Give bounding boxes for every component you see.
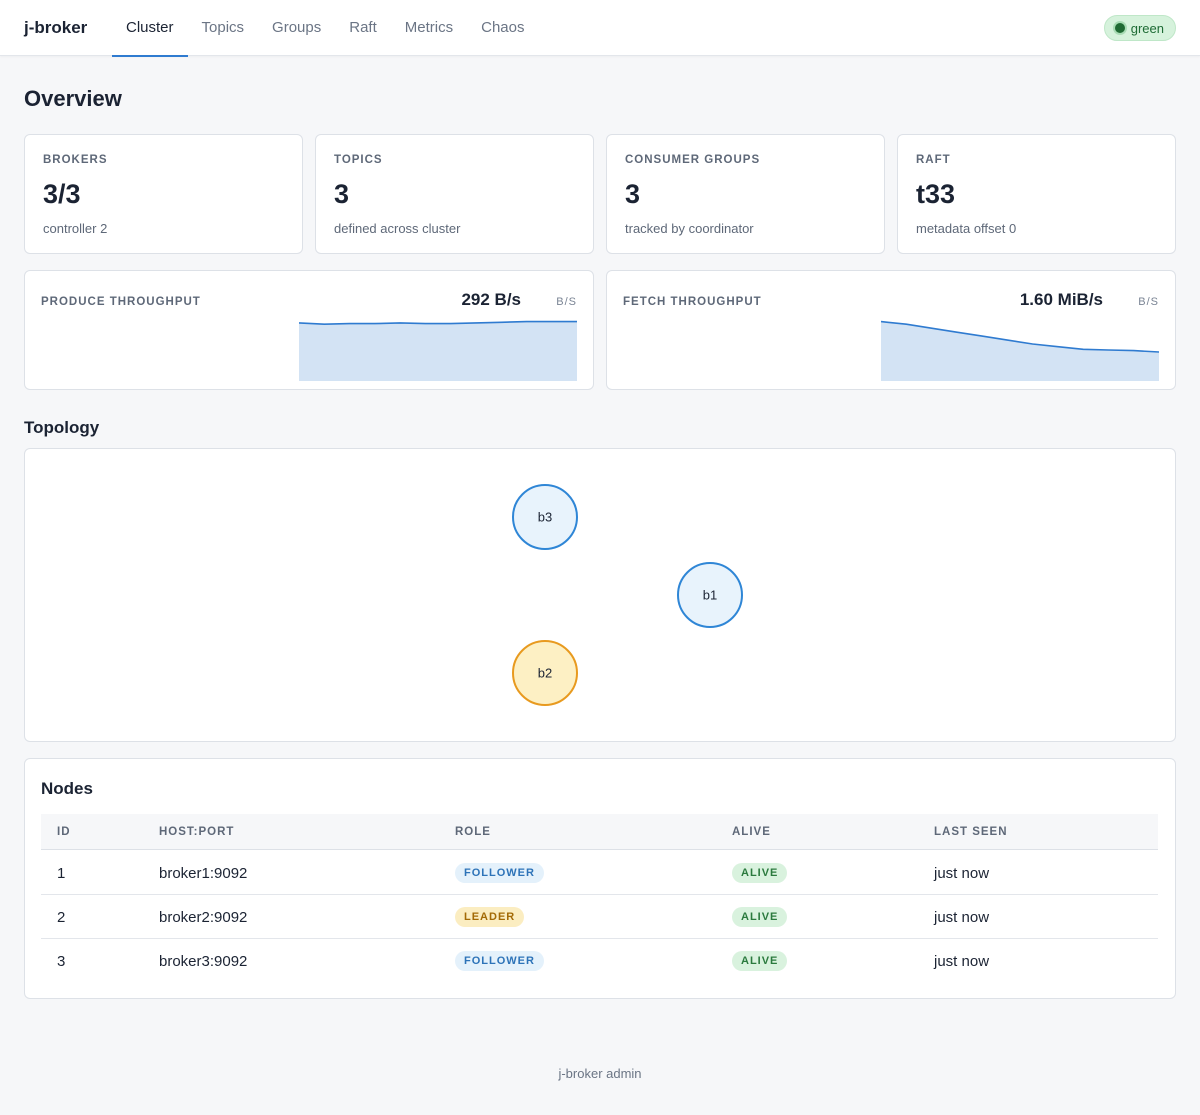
node-id: 1 [57, 865, 66, 882]
table-row[interactable]: 3 broker3:9092 FOLLOWER ALIVE just now [41, 939, 1158, 983]
stat-subtext: defined across cluster [334, 221, 461, 236]
column-header-alive: ALIVE [732, 826, 771, 838]
stat-subtext: metadata offset 0 [916, 221, 1017, 236]
produce-sparkline [299, 320, 577, 381]
node-host: broker3:9092 [159, 953, 248, 970]
node-host: broker1:9092 [159, 865, 248, 882]
role-badge: FOLLOWER [455, 863, 544, 883]
role-badge: LEADER [455, 907, 525, 927]
fetch-sparkline [881, 320, 1159, 381]
last-seen: just now [934, 865, 990, 882]
node-label: b2 [538, 666, 552, 681]
stat-subtext: tracked by coordinator [625, 221, 754, 236]
produce-throughput-card: PRODUCE THROUGHPUT 292 B/s B/S [24, 270, 594, 390]
node-id: 2 [57, 909, 66, 926]
stat-value: t33 [916, 179, 956, 209]
throughput-value: 292 B/s [461, 290, 521, 309]
fetch-throughput-card: FETCH THROUGHPUT 1.60 MiB/s B/S [606, 270, 1176, 390]
cluster-status-badge: green [1103, 15, 1176, 41]
topology-graph: b3 b1 b2 [512, 484, 743, 706]
stat-label: RAFT [916, 154, 951, 166]
stat-label: TOPICS [334, 154, 383, 166]
tab-topics[interactable]: Topics [188, 0, 259, 56]
table-header: ID HOST:PORT ROLE ALIVE LAST SEEN [41, 814, 1158, 850]
last-seen: just now [934, 953, 990, 970]
throughput-unit: B/S [1138, 296, 1159, 308]
cluster-status-text: green [1130, 20, 1164, 36]
last-seen: just now [934, 909, 990, 926]
node-label: b3 [538, 510, 552, 525]
throughput-value: 1.60 MiB/s [1019, 290, 1103, 309]
stat-value: 3 [625, 179, 641, 209]
stat-value: 3/3 [43, 179, 81, 209]
stat-subtext: controller 2 [43, 221, 108, 236]
footer-text: j-broker admin [558, 1066, 642, 1081]
column-header-id: ID [57, 826, 71, 838]
tab-groups[interactable]: Groups [258, 0, 335, 56]
stat-value: 3 [334, 179, 350, 209]
node-id: 3 [57, 953, 66, 970]
stat-label: BROKERS [43, 154, 108, 166]
alive-badge: ALIVE [732, 951, 788, 971]
topology-node-b1[interactable]: b1 [677, 562, 743, 628]
alive-badge: ALIVE [732, 863, 788, 883]
topology-node-b2[interactable]: b2 [512, 640, 578, 706]
nodes-panel: Nodes ID HOST:PORT ROLE ALIVE LAST SEEN … [24, 758, 1176, 999]
role-badge: FOLLOWER [455, 951, 544, 971]
topology-title: Topology [24, 418, 100, 437]
page-title: Overview [24, 86, 122, 111]
brand-logo[interactable]: j-broker [24, 18, 87, 38]
table-row[interactable]: 2 broker2:9092 LEADER ALIVE just now [41, 895, 1158, 939]
stat-card-brokers: BROKERS 3/3 controller 2 [24, 134, 303, 254]
main-nav: Cluster Topics Groups Raft Metrics Chaos [112, 0, 538, 57]
alive-badge: ALIVE [732, 907, 788, 927]
tab-cluster[interactable]: Cluster [112, 0, 188, 57]
throughput-label: PRODUCE THROUGHPUT [41, 296, 201, 308]
stat-card-raft: RAFT t33 metadata offset 0 [897, 134, 1176, 254]
stat-card-consumer-groups: CONSUMER GROUPS 3 tracked by coordinator [606, 134, 885, 254]
sparkline-area [299, 321, 577, 381]
top-bar: j-broker Cluster Topics Groups Raft Metr… [0, 0, 1200, 57]
node-label: b1 [703, 588, 717, 603]
column-header-role: ROLE [455, 826, 491, 838]
column-header-last-seen: LAST SEEN [934, 826, 1008, 838]
tab-metrics[interactable]: Metrics [391, 0, 467, 56]
nodes-title: Nodes [41, 779, 93, 798]
sparkline-area [881, 321, 1159, 381]
stat-card-topics: TOPICS 3 defined across cluster [315, 134, 594, 254]
tab-raft[interactable]: Raft [335, 0, 391, 56]
topology-node-b3[interactable]: b3 [512, 484, 578, 550]
status-dot-icon [1114, 23, 1125, 33]
stat-label: CONSUMER GROUPS [625, 154, 761, 166]
throughput-unit: B/S [556, 296, 577, 308]
table-row[interactable]: 1 broker1:9092 FOLLOWER ALIVE just now [41, 851, 1158, 895]
column-header-host: HOST:PORT [159, 826, 235, 838]
node-host: broker2:9092 [159, 909, 248, 926]
tab-chaos[interactable]: Chaos [467, 0, 538, 56]
topology-panel: b3 b1 b2 [24, 448, 1176, 742]
throughput-label: FETCH THROUGHPUT [623, 296, 762, 308]
